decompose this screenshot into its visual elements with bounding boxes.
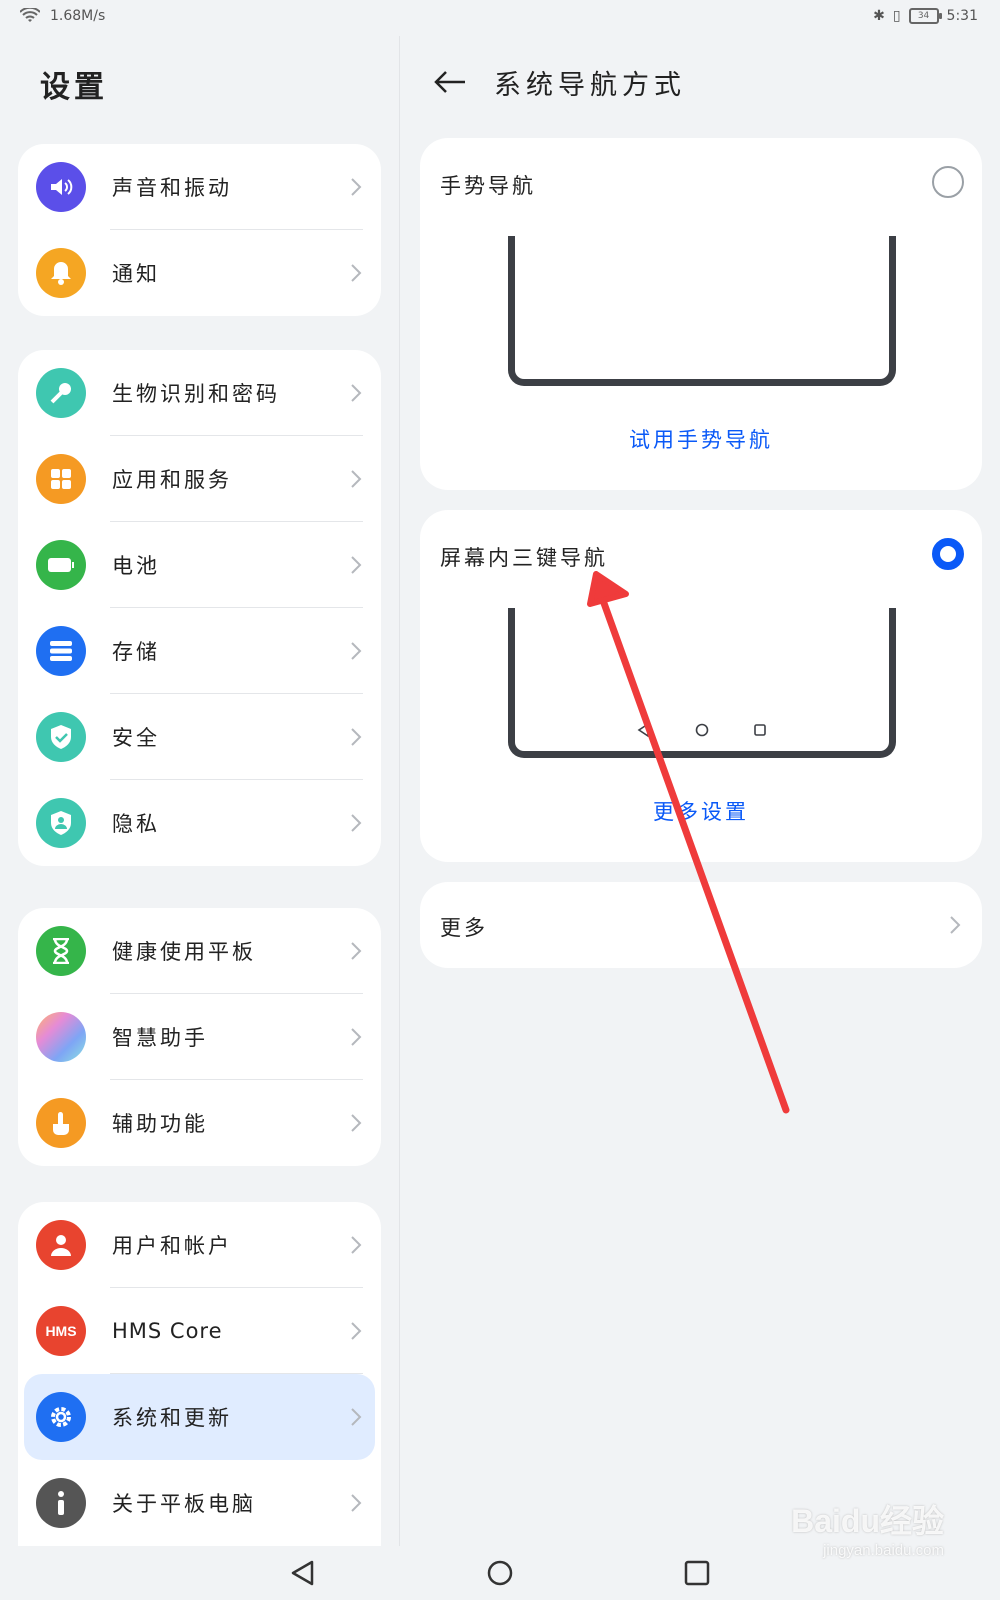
- chevron-right-icon: [351, 1028, 362, 1046]
- try-gesture-link[interactable]: 试用手势导航: [420, 424, 982, 454]
- sidebar-item-label: 生物识别和密码: [112, 382, 280, 406]
- storage-icon: [36, 626, 86, 676]
- sidebar-item-about[interactable]: 关于平板电脑: [18, 1460, 381, 1546]
- gesture-navigation-radio[interactable]: [932, 166, 964, 198]
- network-speed: 1.68M/s: [50, 8, 106, 24]
- sidebar-item-apps[interactable]: 应用和服务: [18, 436, 381, 522]
- apps-icon: [36, 454, 86, 504]
- vibrate-icon: ▯: [892, 8, 901, 24]
- settings-group-2: 生物识别和密码 应用和服务 电池 存储 安全 隐私: [18, 350, 381, 866]
- gear-icon: [36, 1392, 86, 1442]
- settings-group-4: 用户和帐户 HMS HMS Core 系统和更新 关于平板电脑: [18, 1202, 381, 1546]
- chevron-right-icon: [351, 1114, 362, 1132]
- chevron-right-icon: [351, 1494, 362, 1512]
- sidebar-item-label: 声音和振动: [112, 176, 232, 200]
- chevron-right-icon: [351, 814, 362, 832]
- hourglass-icon: [36, 926, 86, 976]
- watermark: Baidu经验 jingyan.baidu.com: [791, 1496, 944, 1559]
- chevron-right-icon: [351, 264, 362, 282]
- pane-divider: [399, 36, 400, 1546]
- sidebar-item-privacy[interactable]: 隐私: [18, 780, 381, 866]
- chevron-right-icon: [351, 178, 362, 196]
- three-key-navigation-card[interactable]: 屏幕内三键导航 更多设置: [420, 510, 982, 862]
- sidebar-item-label: 关于平板电脑: [112, 1492, 256, 1516]
- sidebar-item-label: HMS Core: [112, 1319, 223, 1343]
- bluetooth-icon: ✱: [873, 8, 885, 24]
- page-title: 设置: [40, 70, 108, 105]
- battery-icon: [36, 540, 86, 590]
- sidebar-item-label: 智慧助手: [112, 1026, 208, 1050]
- sidebar-item-assistant[interactable]: 智慧助手: [18, 994, 381, 1080]
- watermark-url: jingyan.baidu.com: [823, 1542, 944, 1559]
- sidebar-item-label: 通知: [112, 262, 160, 286]
- chevron-right-icon: [351, 942, 362, 960]
- sidebar-item-label: 系统和更新: [112, 1406, 232, 1430]
- chevron-right-icon: [351, 642, 362, 660]
- three-key-preview: [508, 608, 896, 758]
- sidebar-item-label: 电池: [112, 554, 160, 578]
- gesture-navigation-card[interactable]: 手势导航 试用手势导航: [420, 138, 982, 490]
- home-key-icon: [695, 723, 709, 737]
- privacy-shield-icon: [36, 798, 86, 848]
- wifi-icon: [20, 8, 40, 22]
- info-icon: [36, 1478, 86, 1528]
- status-bar: 1.68M/s ✱ ▯ 34 5:31: [0, 0, 1000, 36]
- nav-recents-icon[interactable]: [684, 1560, 710, 1586]
- detail-header: 系统导航方式: [430, 60, 686, 104]
- sidebar-item-security[interactable]: 安全: [18, 694, 381, 780]
- sidebar-item-label: 健康使用平板: [112, 940, 256, 964]
- chevron-right-icon: [351, 1408, 362, 1426]
- recents-key-icon: [754, 724, 766, 736]
- sidebar-item-label: 应用和服务: [112, 468, 232, 492]
- chevron-right-icon: [351, 728, 362, 746]
- back-key-icon: [637, 723, 649, 737]
- battery-icon: 34: [908, 8, 942, 24]
- gesture-navigation-title: 手势导航: [440, 174, 536, 198]
- more-label: 更多: [440, 916, 488, 940]
- chevron-right-icon: [950, 916, 961, 934]
- clock: 5:31: [946, 8, 978, 24]
- sidebar-item-notification[interactable]: 通知: [18, 230, 381, 316]
- chevron-right-icon: [351, 1236, 362, 1254]
- sidebar-item-digital-balance[interactable]: 健康使用平板: [18, 908, 381, 994]
- sidebar-item-accessibility[interactable]: 辅助功能: [18, 1080, 381, 1166]
- more-settings-link[interactable]: 更多设置: [420, 796, 982, 826]
- chevron-right-icon: [351, 1322, 362, 1340]
- bell-icon: [36, 248, 86, 298]
- sidebar-item-battery[interactable]: 电池: [18, 522, 381, 608]
- sound-icon: [36, 162, 86, 212]
- assistant-icon: [36, 1012, 86, 1062]
- sidebar-item-label: 隐私: [112, 812, 160, 836]
- three-key-navigation-radio[interactable]: [932, 538, 964, 570]
- sidebar-item-storage[interactable]: 存储: [18, 608, 381, 694]
- chevron-right-icon: [351, 384, 362, 402]
- sidebar-item-label: 安全: [112, 726, 160, 750]
- chevron-right-icon: [351, 556, 362, 574]
- arrow-left-icon: [434, 71, 465, 93]
- hms-icon: HMS: [36, 1306, 86, 1356]
- gesture-preview: [508, 236, 896, 386]
- sidebar-item-biometrics[interactable]: 生物识别和密码: [18, 350, 381, 436]
- user-icon: [36, 1220, 86, 1270]
- sidebar-item-label: 用户和帐户: [112, 1234, 232, 1258]
- sidebar-item-system-update[interactable]: 系统和更新: [24, 1374, 375, 1460]
- sidebar-item-label: 辅助功能: [112, 1112, 208, 1136]
- back-button[interactable]: [430, 62, 470, 102]
- hand-icon: [36, 1098, 86, 1148]
- sidebar-item-sound[interactable]: 声音和振动: [18, 144, 381, 230]
- settings-group-3: 健康使用平板 智慧助手 辅助功能: [18, 908, 381, 1166]
- three-key-navigation-title: 屏幕内三键导航: [440, 546, 608, 570]
- detail-title: 系统导航方式: [494, 69, 686, 101]
- watermark-logo: Baidu经验: [791, 1503, 944, 1539]
- more-row[interactable]: 更多: [420, 882, 982, 968]
- sidebar-item-accounts[interactable]: 用户和帐户: [18, 1202, 381, 1288]
- chevron-right-icon: [351, 470, 362, 488]
- sidebar-item-hms-core[interactable]: HMS HMS Core: [18, 1288, 381, 1374]
- nav-back-icon[interactable]: [290, 1559, 316, 1587]
- sidebar-item-label: 存储: [112, 640, 160, 664]
- shield-check-icon: [36, 712, 86, 762]
- key-icon: [36, 368, 86, 418]
- nav-home-icon[interactable]: [486, 1559, 514, 1587]
- settings-group-1: 声音和振动 通知: [18, 144, 381, 316]
